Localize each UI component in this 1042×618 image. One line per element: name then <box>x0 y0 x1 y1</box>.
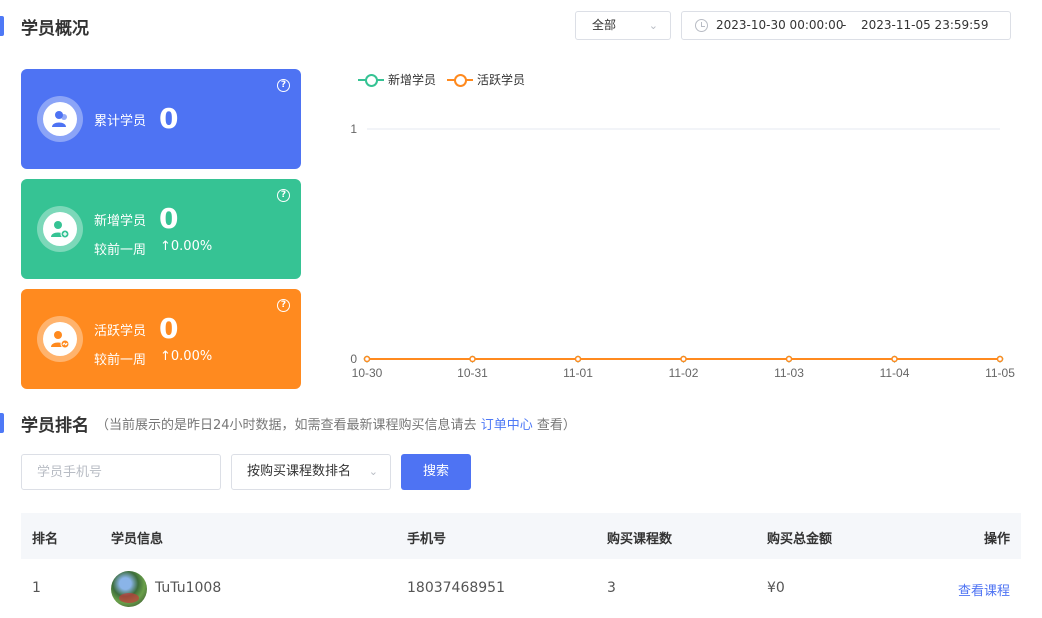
data-point <box>574 355 582 363</box>
ranking-note: （当前展示的是昨日24小时数据，如需查看最新课程购买信息请去 订单中心 查看） <box>96 418 576 433</box>
student-filter-value: 全部 <box>592 18 617 32</box>
legend-swatch <box>358 74 384 87</box>
card-label: 累计学员 <box>94 114 147 129</box>
data-point <box>785 355 793 363</box>
help-icon[interactable]: ? <box>277 189 290 202</box>
section-marker <box>0 413 4 433</box>
col-courses: 购买课程数 <box>607 532 673 547</box>
col-amount: 购买总金额 <box>767 532 833 547</box>
card-label: 新增学员 <box>94 214 147 229</box>
user-active-icon <box>51 331 70 349</box>
x-tick-label: 10-31 <box>457 366 488 380</box>
data-point <box>469 355 476 363</box>
date-start[interactable]: 2023-10-30 00:00:00 <box>716 12 843 39</box>
data-point <box>996 355 1004 363</box>
help-icon[interactable]: ? <box>277 299 290 312</box>
arrow-up-icon: ↑ <box>160 239 171 254</box>
x-tick-label: 11-02 <box>669 366 699 380</box>
chevron-down-icon: ⌄ <box>648 19 658 32</box>
chevron-down-icon: ⌄ <box>368 465 378 478</box>
row-phone: 18037468951 <box>407 580 505 596</box>
col-student: 学员信息 <box>111 532 164 547</box>
data-point <box>680 355 687 363</box>
section-marker <box>0 16 4 36</box>
user-add-icon <box>51 221 70 239</box>
col-phone: 手机号 <box>407 532 447 547</box>
y-tick-label: 1 <box>350 122 357 136</box>
x-tick-label: 11-04 <box>880 366 910 380</box>
row-student-name: TuTu1008 <box>155 580 222 596</box>
ranking-title: 学员排名 <box>21 416 89 436</box>
card-avatar <box>37 96 83 142</box>
card-value: 0 <box>159 312 179 345</box>
avatar <box>111 571 147 607</box>
card-label: 活跃学员 <box>94 324 147 339</box>
card-value: 0 <box>159 202 179 235</box>
row-rank: 1 <box>32 580 41 596</box>
compare-value: ↑0.00% <box>160 239 213 254</box>
user-total-icon <box>52 111 67 127</box>
active-students-card: 活跃学员 0 较前一周 ↑0.00% ? <box>21 289 301 389</box>
legend-label: 新增学员 <box>388 73 437 87</box>
date-separator: - <box>842 18 847 32</box>
compare-label: 较前一周 <box>94 243 147 258</box>
overview-title: 学员概况 <box>21 19 89 39</box>
legend-swatch <box>447 74 473 87</box>
col-action: 操作 <box>983 532 1010 547</box>
help-icon[interactable]: ? <box>277 79 290 92</box>
data-point <box>363 355 371 363</box>
legend-item-active[interactable]: 活跃学员 <box>447 71 532 89</box>
date-range-picker[interactable]: 2023-10-30 00:00:00 - 2023-11-05 23:59:5… <box>681 11 1011 40</box>
arrow-up-icon: ↑ <box>160 349 171 364</box>
clock-icon <box>695 19 708 32</box>
x-tick-label: 11-05 <box>985 366 1015 380</box>
sort-select[interactable]: 按购买课程数排名 ⌄ <box>231 454 391 490</box>
x-tick-label: 11-01 <box>563 366 593 380</box>
student-filter-select[interactable]: 全部 ⌄ <box>575 11 671 40</box>
y-tick-label: 0 <box>350 352 357 366</box>
search-button[interactable]: 搜索 <box>401 454 471 490</box>
student-trend-chart: 0 1 10-30 10-31 11-01 11-02 11-03 11-04 11-05 <box>350 122 1015 380</box>
date-end[interactable]: 2023-11-05 23:59:59 <box>861 12 988 39</box>
compare-value: ↑0.00% <box>160 349 213 364</box>
view-courses-link[interactable]: 查看课程 <box>958 580 1010 599</box>
data-point <box>891 355 898 363</box>
table-row: 1 TuTu1008 18037468951 3 ¥0 查看课程 <box>21 559 1021 618</box>
legend-item-new[interactable]: 新增学员 <box>358 71 443 89</box>
table-header: 排名 学员信息 手机号 购买课程数 购买总金额 操作 <box>21 513 1021 559</box>
sort-value: 按购买课程数排名 <box>247 464 352 479</box>
card-avatar <box>37 316 83 362</box>
compare-label: 较前一周 <box>94 353 147 368</box>
card-value: 0 <box>159 102 179 135</box>
total-students-card: 累计学员 0 ? <box>21 69 301 169</box>
phone-search-input[interactable] <box>21 454 221 490</box>
x-tick-label: 11-03 <box>774 366 804 380</box>
row-courses: 3 <box>607 580 616 596</box>
order-center-link[interactable]: 订单中心 <box>481 418 533 433</box>
legend-label: 活跃学员 <box>477 73 526 87</box>
col-rank: 排名 <box>32 532 59 547</box>
new-students-card: 新增学员 0 较前一周 ↑0.00% ? <box>21 179 301 279</box>
card-avatar <box>37 206 83 252</box>
row-amount: ¥0 <box>767 580 785 596</box>
x-tick-label: 10-30 <box>352 366 383 380</box>
